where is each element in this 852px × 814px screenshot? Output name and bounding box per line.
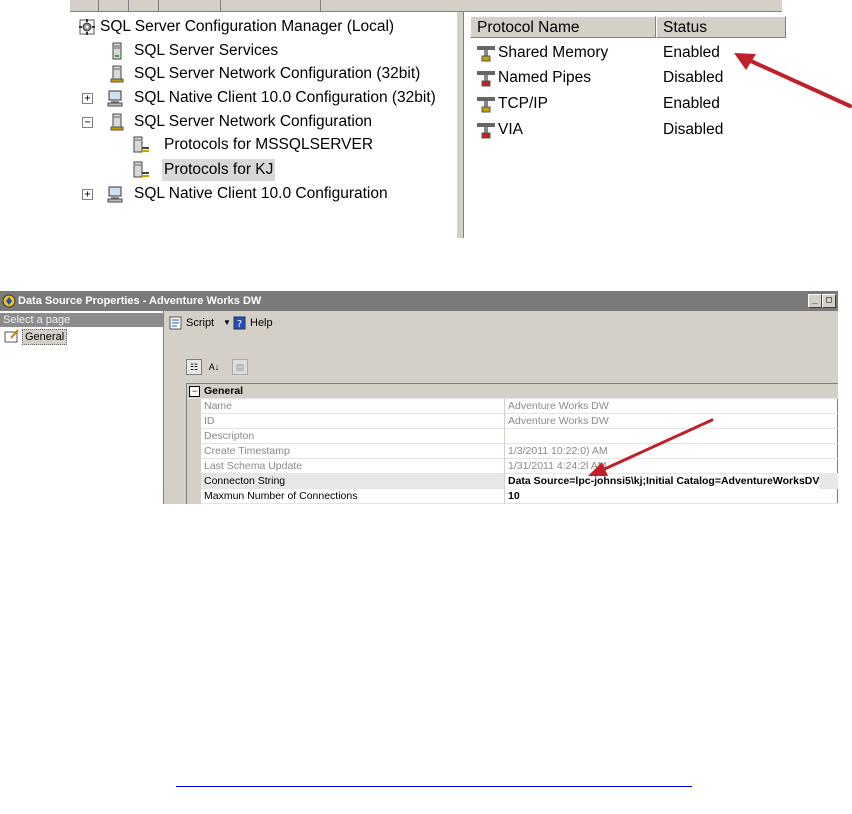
protocol-list: Protocol Name Status Shared Memory Enabl… xyxy=(464,12,786,238)
network-config-icon xyxy=(110,113,124,131)
tree-item-label: Protocols for KJ xyxy=(162,159,276,181)
config-manager-icon xyxy=(79,19,95,35)
page-item-label: General xyxy=(22,329,68,345)
protocol-status: Disabled xyxy=(663,69,724,86)
server-icon xyxy=(112,42,122,60)
tree-pane: SQL Server Configuration Manager (Local)… xyxy=(70,12,456,238)
property-row-last-schema-update[interactable]: Last Schema Update 1/31/2011 4:24:2l AM xyxy=(187,459,838,474)
title-bar: Data Source Properties - Adventure Works… xyxy=(0,291,838,311)
select-page-header: Select a page xyxy=(0,313,163,327)
protocol-status: Disabled xyxy=(663,121,724,138)
expand-icon[interactable]: + xyxy=(82,189,93,200)
maximize-button[interactable]: □ xyxy=(822,294,836,308)
property-name: Descripton xyxy=(204,430,255,442)
properties-page-icon xyxy=(4,329,19,343)
tree-item-label: SQL Native Client 10.0 Configuration xyxy=(134,185,388,202)
expand-icon[interactable]: + xyxy=(82,93,93,104)
app-icon xyxy=(2,294,16,308)
property-grid: − General Name Adventure Works DW ID Adv… xyxy=(186,383,838,504)
property-name: Name xyxy=(204,400,233,412)
protocol-name: VIA xyxy=(498,121,523,138)
protocols-icon xyxy=(133,136,149,153)
protocol-name: TCP/IP xyxy=(498,95,548,112)
tree-item-label: SQL Server Services xyxy=(134,42,279,59)
help-icon: ? xyxy=(233,316,246,330)
property-value: 10 xyxy=(504,489,520,504)
minimize-button[interactable]: _ xyxy=(808,294,822,308)
plug-icon xyxy=(477,46,495,62)
tree-item-label: Protocols for MSSQLSERVER xyxy=(164,136,374,153)
window-title: Data Source Properties - Adventure Works… xyxy=(18,295,262,307)
protocol-row-via[interactable]: VIA Disabled xyxy=(464,117,782,142)
column-header-protocol-name[interactable]: Protocol Name xyxy=(470,16,656,38)
toolbar-strip xyxy=(70,0,782,12)
property-row-name[interactable]: Name Adventure Works DW xyxy=(187,399,838,414)
sort-alphabetical-icon[interactable]: A↓ xyxy=(206,359,222,375)
help-label: Help xyxy=(250,317,273,329)
plug-icon xyxy=(477,97,495,113)
property-pages-icon[interactable]: ▤ xyxy=(232,359,248,375)
protocol-name: Named Pipes xyxy=(498,69,592,86)
tree-item-label: SQL Server Network Configuration xyxy=(134,113,373,130)
script-icon xyxy=(169,316,182,330)
chevron-down-icon: ▼ xyxy=(223,318,231,327)
annotation-arrow-icon xyxy=(734,53,852,108)
property-name: Connecton String xyxy=(204,475,286,487)
category-row-general[interactable]: − General xyxy=(187,384,838,399)
property-row-id[interactable]: ID Adventure Works DW xyxy=(187,414,838,429)
collapse-icon[interactable]: − xyxy=(82,117,93,128)
sql-config-manager-screenshot: SQL Server Configuration Manager (Local)… xyxy=(70,0,786,238)
computer-icon xyxy=(107,186,123,203)
collapse-icon[interactable]: − xyxy=(189,386,200,397)
tree-item-label: SQL Native Client 10.0 Configuration (32… xyxy=(134,89,436,106)
network-config-icon xyxy=(110,65,124,83)
column-header-status[interactable]: Status xyxy=(656,16,786,38)
protocol-status: Enabled xyxy=(663,44,720,61)
plug-icon xyxy=(477,123,495,139)
protocols-icon xyxy=(133,161,149,178)
property-row-description[interactable]: Descripton xyxy=(187,429,838,444)
tree-item-label: SQL Server Network Configuration (32bit) xyxy=(134,65,421,82)
property-row-max-connections[interactable]: Maxmun Number of Connections 10 xyxy=(187,489,838,504)
categorized-icon[interactable]: ☷ xyxy=(186,359,202,375)
toolbar: Script ▼ ? Help xyxy=(164,311,838,335)
category-label: General xyxy=(204,385,244,397)
plug-icon xyxy=(477,71,495,87)
property-name: Maxmun Number of Connections xyxy=(204,490,358,502)
property-row-create-timestamp[interactable]: Create Timestamp 1/3/2011 10:22:0) AM xyxy=(187,444,838,459)
hyperlink-underline[interactable] xyxy=(176,786,692,787)
property-value: Adventure Works DW xyxy=(504,399,609,414)
protocol-name: Shared Memory xyxy=(498,44,609,61)
tree-item-label: SQL Server Configuration Manager (Local) xyxy=(100,18,395,35)
annotation-arrow-icon xyxy=(588,418,714,476)
property-name: Create Timestamp xyxy=(204,445,290,457)
property-name: ID xyxy=(204,415,215,427)
property-row-connection-string[interactable]: Connecton String Data Source=lpc-johnsi5… xyxy=(187,474,838,489)
computer-icon xyxy=(107,90,123,107)
svg-text:?: ? xyxy=(237,319,242,330)
protocol-status: Enabled xyxy=(663,95,720,112)
property-name: Last Schema Update xyxy=(204,460,303,472)
script-label: Script xyxy=(186,317,215,329)
page-selector-pane: Select a page General xyxy=(0,311,164,504)
pane-splitter[interactable] xyxy=(456,12,464,238)
